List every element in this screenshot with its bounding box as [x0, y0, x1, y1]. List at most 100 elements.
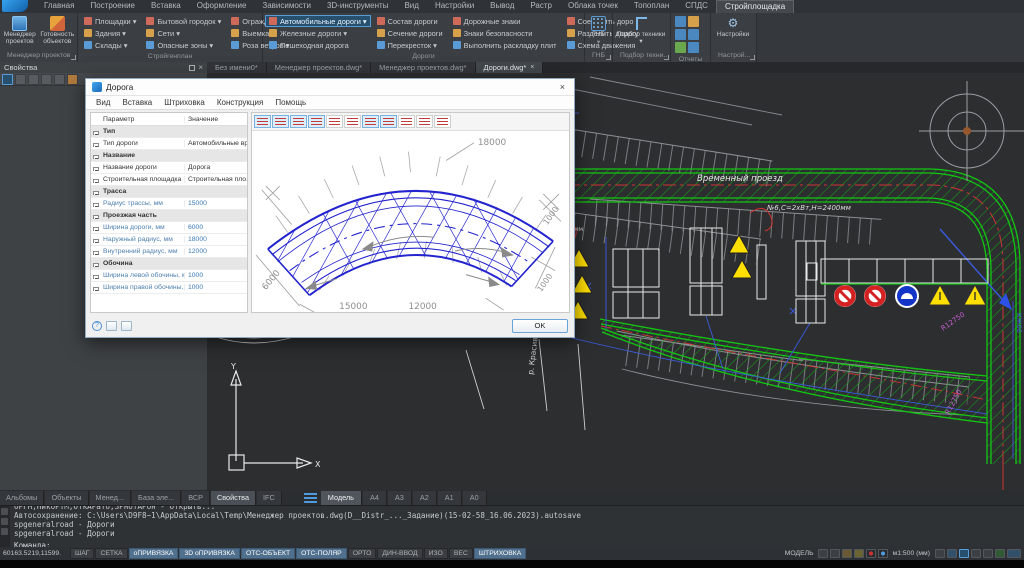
- layout-tab[interactable]: А3: [387, 491, 412, 505]
- collapse-icon[interactable]: [93, 214, 99, 219]
- document-tab[interactable]: Менеджер проектов.dwg*: [371, 62, 476, 73]
- ribbon-button[interactable]: Состав дороги: [373, 15, 447, 27]
- load-template-icon[interactable]: [121, 320, 132, 331]
- collapse-icon[interactable]: [93, 238, 99, 243]
- command-prompt[interactable]: Команда:: [14, 541, 1020, 547]
- layout-tab[interactable]: А0: [462, 491, 487, 505]
- ribbon-tab[interactable]: Главная: [36, 0, 82, 13]
- collapse-icon[interactable]: [93, 226, 99, 231]
- ribbon-button[interactable]: Железные дороги ▾: [265, 27, 371, 39]
- property-row[interactable]: Строительная площадка Строительная пло..…: [91, 174, 247, 186]
- tech-selection-button[interactable]: Подбор техники ▾: [615, 14, 667, 51]
- collapse-icon[interactable]: [93, 250, 99, 255]
- property-row[interactable]: Внутренний радиус, мм 12000: [91, 246, 247, 258]
- ribbon-tab[interactable]: Топоплан: [626, 0, 677, 13]
- road-preset-button[interactable]: [290, 115, 307, 128]
- road-preset-button[interactable]: [326, 115, 343, 128]
- zoom-extents-icon[interactable]: [971, 549, 981, 558]
- panel-tab[interactable]: Свойства: [210, 491, 257, 505]
- road-preset-button[interactable]: [308, 115, 325, 128]
- status-toggle[interactable]: СЕТКА: [95, 548, 128, 559]
- panel-tab[interactable]: Менед...: [89, 491, 132, 505]
- status-toggle[interactable]: ИЗО: [423, 548, 448, 559]
- panel-tab[interactable]: База эле...: [132, 491, 182, 505]
- cycle-select-icon[interactable]: [41, 74, 52, 85]
- dialog-launcher-icon[interactable]: [71, 55, 76, 60]
- notes-icon[interactable]: [829, 549, 840, 558]
- ribbon-button[interactable]: Знаки безопасности: [449, 27, 561, 39]
- ribbon-tab[interactable]: Растр: [522, 0, 560, 13]
- save-template-icon[interactable]: [106, 320, 117, 331]
- command-history-icon[interactable]: [1, 518, 8, 525]
- ribbon-tab[interactable]: Оформление: [189, 0, 255, 13]
- regen-icon[interactable]: [995, 549, 1005, 558]
- status-toggle[interactable]: ШАГ: [70, 548, 95, 559]
- command-line[interactable]: ОРГМ,НикоРТМ,ОткАРато,ЗРнотАРон - Открыт…: [0, 505, 1024, 547]
- ribbon-tab[interactable]: Вставка: [143, 0, 189, 13]
- ribbon-button[interactable]: Сети ▾: [142, 27, 225, 39]
- panel-close-icon[interactable]: ×: [198, 63, 203, 72]
- collapse-icon[interactable]: [93, 178, 99, 183]
- pin-icon[interactable]: [189, 64, 196, 71]
- sheet-icon[interactable]: [817, 549, 828, 558]
- dialog-menu-item[interactable]: Штриховка: [158, 97, 211, 108]
- zoom-icon[interactable]: [947, 549, 957, 558]
- report-icon[interactable]: [675, 29, 686, 40]
- status-toggle[interactable]: ОТС-ПОЛЯР: [296, 548, 347, 559]
- ok-button[interactable]: OK: [512, 318, 568, 333]
- tab-close-icon[interactable]: ×: [530, 64, 534, 71]
- document-tab[interactable]: Дороги.dwg* ×: [475, 62, 544, 73]
- status-toggle[interactable]: оПРИВЯЗКА: [128, 548, 179, 559]
- property-row[interactable]: Наружный радиус, мм 18000: [91, 234, 247, 246]
- collapse-icon[interactable]: [93, 274, 99, 279]
- scale-label[interactable]: м1:500 (мм): [893, 550, 930, 557]
- zoom-window-icon[interactable]: [959, 549, 969, 558]
- road-preset-button[interactable]: [398, 115, 415, 128]
- status-toggle[interactable]: 3D оПРИВЯЗКА: [179, 548, 240, 559]
- pan-icon[interactable]: [935, 549, 945, 558]
- panel-tab[interactable]: Альбомы: [0, 491, 45, 505]
- dialog-menu-item[interactable]: Помощь: [269, 97, 312, 108]
- panel-tab[interactable]: ВСР: [182, 491, 210, 505]
- ribbon-button[interactable]: Пешеходная дорога: [265, 39, 371, 51]
- ribbon-button[interactable]: Склады ▾: [80, 39, 140, 51]
- view-rotate-icon[interactable]: [983, 549, 993, 558]
- fullscreen-icon[interactable]: [1007, 549, 1021, 558]
- road-preset-button[interactable]: [272, 115, 289, 128]
- filter-icon[interactable]: [67, 74, 78, 85]
- collapse-icon[interactable]: [93, 154, 99, 159]
- dialog-menu-item[interactable]: Вставка: [116, 97, 158, 108]
- command-close-icon[interactable]: [1, 508, 8, 515]
- road-preset-button[interactable]: [362, 115, 379, 128]
- collapse-icon[interactable]: [93, 130, 99, 135]
- layout-tab[interactable]: А1: [437, 491, 462, 505]
- ribbon-tab[interactable]: Вид: [396, 0, 426, 13]
- property-row[interactable]: Ширина дороги, мм 6000: [91, 222, 247, 234]
- collapse-icon[interactable]: [93, 166, 99, 171]
- settings-button[interactable]: ⚙ Настройки: [713, 14, 753, 51]
- ribbon-button[interactable]: Бытовой городок ▾: [142, 15, 225, 27]
- ribbon-button[interactable]: Сечение дороги: [373, 27, 447, 39]
- status-toggle[interactable]: ОРТО: [347, 548, 377, 559]
- layouts-icon[interactable]: [303, 492, 317, 503]
- status-toggle[interactable]: ОТС-ОБЪЕКТ: [240, 548, 296, 559]
- ribbon-button[interactable]: Выполнить раскладку плит: [449, 39, 561, 51]
- property-row[interactable]: Ширина левой обочины, мм 1000: [91, 270, 247, 282]
- property-row[interactable]: Трасса: [91, 186, 247, 198]
- ribbon-tab[interactable]: 3D-инструменты: [319, 0, 397, 13]
- road-preset-button[interactable]: [380, 115, 397, 128]
- dialog-menu-item[interactable]: Конструкция: [211, 97, 269, 108]
- collapse-icon[interactable]: [93, 142, 99, 147]
- ribbon-button[interactable]: Дорожные знаки: [449, 15, 561, 27]
- ribbon-button[interactable]: Автомобильные дороги ▾: [265, 15, 371, 27]
- ribbon-tab[interactable]: Настройки: [427, 0, 482, 13]
- annotation-scale-icon[interactable]: [877, 549, 888, 558]
- ribbon-button[interactable]: Перекресток ▾: [373, 39, 447, 51]
- ribbon-tab[interactable]: Стройплощадка: [715, 0, 795, 13]
- status-toggle[interactable]: ВЕС: [448, 548, 473, 559]
- report-icon[interactable]: [688, 29, 699, 40]
- dialog-launcher-icon[interactable]: [750, 55, 755, 60]
- property-row[interactable]: Название: [91, 150, 247, 162]
- property-row[interactable]: Тип: [91, 126, 247, 138]
- lock-viewport-icon[interactable]: [865, 549, 876, 558]
